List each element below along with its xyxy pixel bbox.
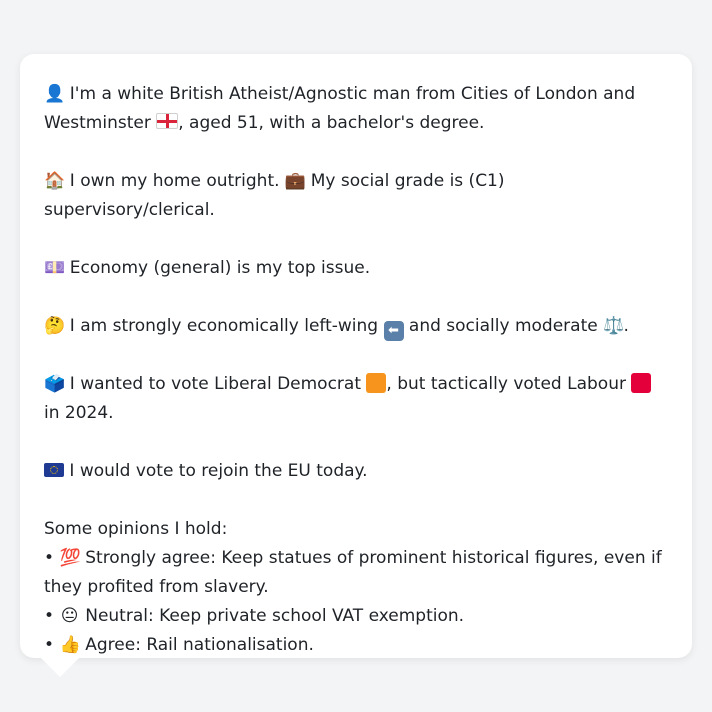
- neutral-face-icon: 😐: [60, 606, 79, 626]
- ballot-icon: 🗳️: [44, 374, 66, 394]
- labour-square-icon: [631, 373, 652, 393]
- vote-text-b: , but tactically voted Labour: [386, 374, 626, 394]
- thumbs-up-icon: 👍: [59, 635, 81, 655]
- left-arrow-icon: ⬅: [383, 321, 404, 341]
- vote-text-c: in 2024.: [44, 403, 114, 423]
- thinking-icon: 🤔: [44, 316, 66, 336]
- opinion-item: • 💯 Strongly agree: Keep statues of prom…: [44, 544, 668, 602]
- opinion-item: • 😐 Neutral: Keep private school VAT exe…: [44, 602, 668, 631]
- politics-text-a: I am strongly economically left-wing: [69, 316, 379, 336]
- politics-end: .: [623, 316, 629, 336]
- identity-line: 👤 I'm a white British Atheist/Agnostic m…: [44, 80, 668, 138]
- bullet: •: [44, 606, 55, 626]
- issue-text: Economy (general) is my top issue.: [69, 258, 371, 278]
- opinion-text: Agree: Rail nationalisation.: [85, 635, 314, 655]
- speech-bubble-tail: [40, 657, 80, 677]
- opinions-heading: Some opinions I hold:: [44, 519, 228, 539]
- politics-line: 🤔 I am strongly economically left-wing ⬅…: [44, 312, 668, 341]
- home-line: 🏠 I own my home outright. 💼 My social gr…: [44, 167, 668, 225]
- england-flag-icon: [156, 113, 179, 129]
- opinion-item: • 👍 Agree: Rail nationalisation.: [44, 631, 668, 660]
- opinion-text: Neutral: Keep private school VAT exempti…: [85, 606, 465, 626]
- briefcase-icon: 💼: [284, 171, 307, 191]
- hundred-icon: 💯: [59, 548, 81, 568]
- home-text: I own my home outright.: [69, 171, 280, 191]
- person-icon: 👤: [44, 84, 66, 104]
- issue-line: 💷 Economy (general) is my top issue.: [44, 254, 668, 283]
- bullet: •: [44, 635, 55, 655]
- bullet: •: [44, 548, 55, 568]
- eu-flag-icon: [44, 463, 64, 477]
- eu-line: I would vote to rejoin the EU today.: [44, 457, 668, 486]
- identity-tail: , aged 51, with a bachelor's degree.: [178, 113, 485, 133]
- libdem-square-icon: [366, 373, 387, 393]
- money-icon: 💷: [44, 258, 66, 278]
- vote-line: 🗳️ I wanted to vote Liberal Democrat , b…: [44, 370, 668, 428]
- politics-text-b: and socially moderate: [408, 316, 598, 336]
- vote-text-a: I wanted to vote Liberal Democrat: [69, 374, 361, 394]
- house-icon: 🏠: [44, 171, 66, 191]
- scales-icon: ⚖️: [603, 316, 625, 336]
- profile-card: 👤 I'm a white British Atheist/Agnostic m…: [20, 54, 692, 658]
- opinion-text: Strongly agree: Keep statues of prominen…: [44, 548, 662, 597]
- eu-text: I would vote to rejoin the EU today.: [69, 461, 368, 481]
